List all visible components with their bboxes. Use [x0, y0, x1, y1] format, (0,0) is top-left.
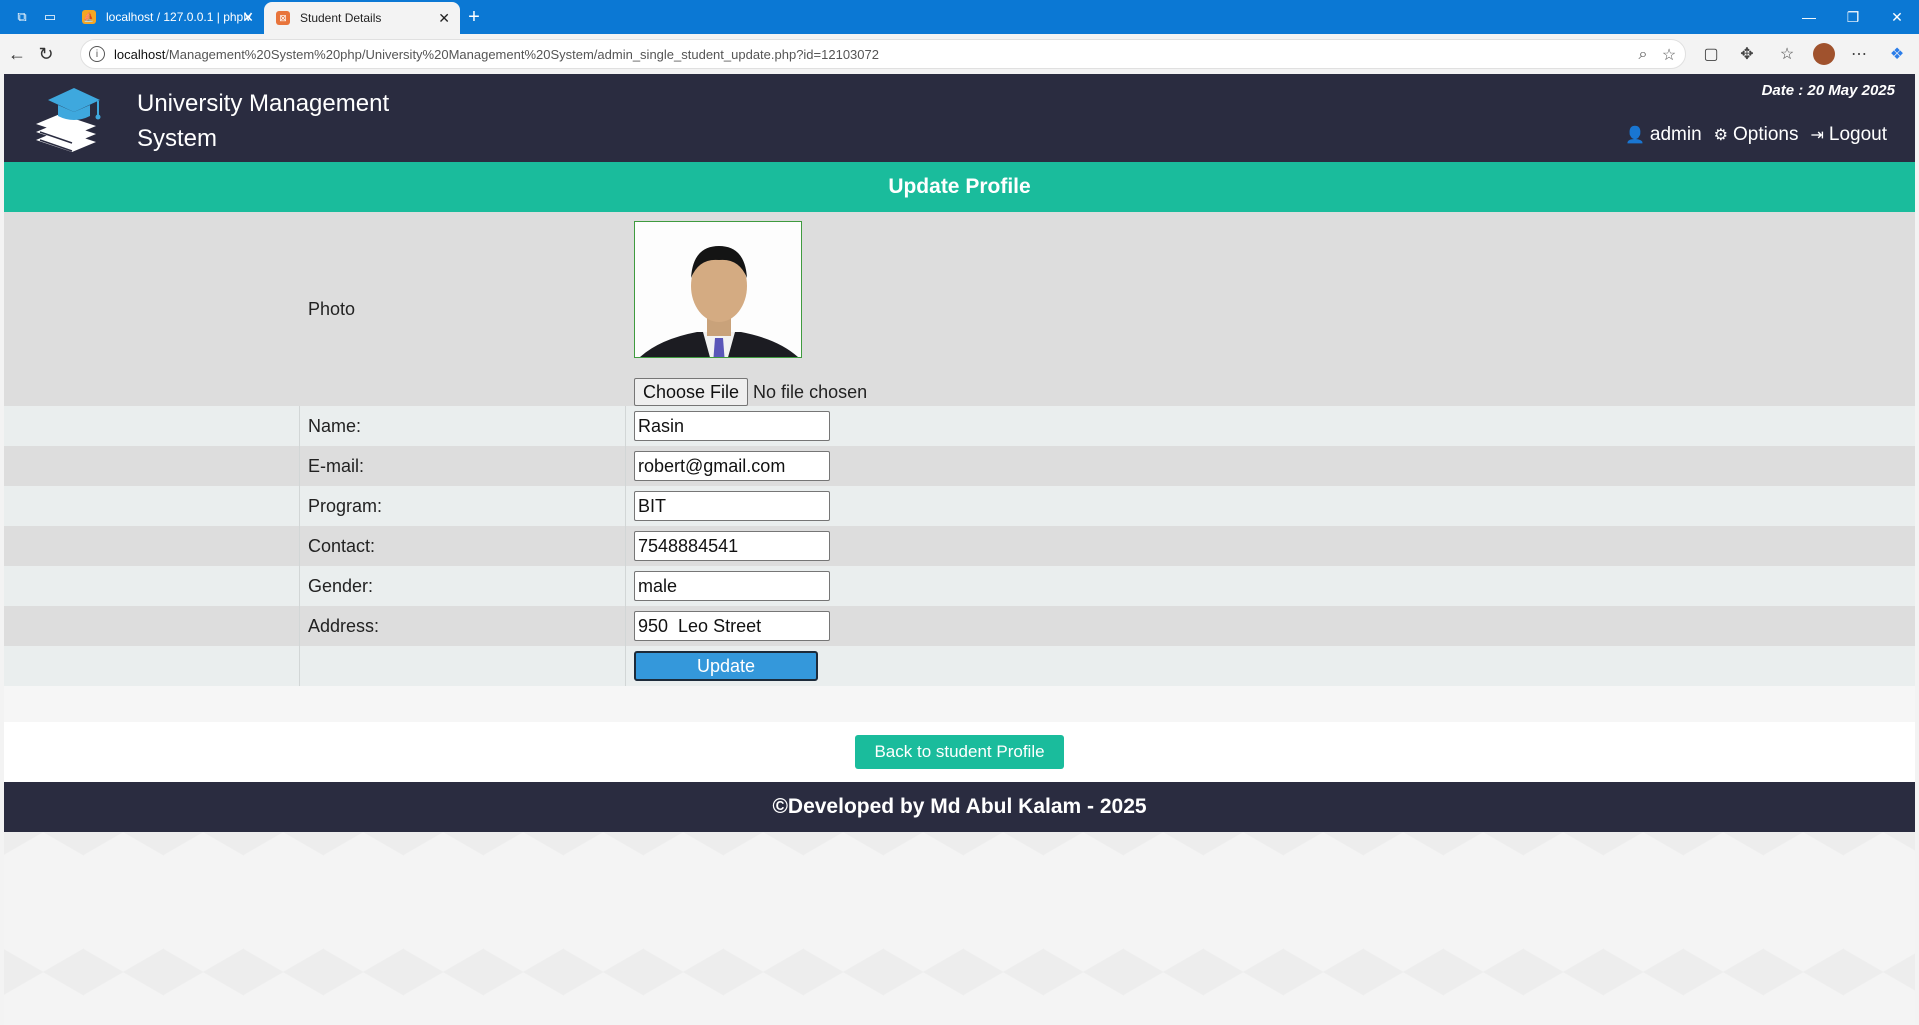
page: University Management System Date : 20 M… [4, 74, 1915, 1025]
user-icon: 👤 [1624, 127, 1645, 144]
field-label: Contact: [300, 526, 626, 566]
restore-icon[interactable]: ❐ [1831, 0, 1875, 34]
profile-avatar[interactable] [1813, 43, 1835, 65]
phpmyadmin-favicon-icon: ⛵ [82, 10, 96, 24]
footer: ©Developed by Md Abul Kalam - 2025 [4, 782, 1915, 832]
extensions-icon[interactable]: ✥ [1736, 43, 1758, 65]
site-title: University Management System [137, 90, 390, 152]
choose-file-button[interactable]: Choose File [634, 378, 749, 406]
close-window-icon[interactable]: ✕ [1875, 0, 1919, 34]
logout-label: Logout [1828, 124, 1887, 145]
tab-close-icon[interactable]: ✕ [438, 10, 450, 27]
form-row-contact: Contact: [4, 526, 1915, 566]
xampp-favicon-icon: ⊠ [276, 11, 290, 25]
tab-close-icon[interactable]: ✕ [242, 9, 254, 26]
row-spacer [4, 646, 300, 686]
field-label: Program: [300, 486, 626, 526]
url-host: localhost [114, 47, 166, 62]
background-pattern [4, 832, 1915, 1025]
form-row-name: Name: [4, 406, 1915, 446]
split-screen-icon[interactable]: ▢ [1700, 43, 1722, 65]
field-cell: Update [626, 646, 1915, 686]
gender-input[interactable] [634, 571, 830, 601]
address-bar[interactable]: i localhost/Management%20System%20php/Un… [80, 39, 1686, 69]
favorite-star-icon[interactable]: ☆ [1659, 45, 1679, 65]
more-icon[interactable]: ⋯ [1848, 43, 1870, 65]
gear-icon: ⚙ [1713, 127, 1728, 144]
row-spacer [4, 566, 300, 606]
form-row-email: E-mail: [4, 446, 1915, 486]
field-cell [626, 526, 1915, 566]
minimize-icon[interactable]: — [1787, 0, 1831, 34]
no-file-label: No file chosen [753, 381, 868, 402]
admin-link[interactable]: 👤 admin [1625, 124, 1702, 146]
program-input[interactable] [634, 491, 830, 521]
back-area: Back to student Profile [4, 722, 1915, 782]
row-spacer [4, 212, 300, 406]
file-picker: Choose File No file chosen [634, 378, 867, 406]
back-arrow-icon[interactable]: ← [6, 43, 28, 65]
row-spacer [4, 406, 300, 446]
form-row-submit: Update [4, 646, 1915, 686]
logout-link[interactable]: ⇥ Logout [1810, 124, 1887, 146]
date-label: Date : 20 May 2025 [1761, 82, 1895, 99]
field-cell [626, 406, 1915, 446]
form-row-address: Address: [4, 606, 1915, 646]
url-path: /Management%20System%20php/University%20… [165, 47, 879, 62]
url-text: localhost/Management%20System%20php/Univ… [114, 47, 879, 62]
email-input[interactable] [634, 451, 830, 481]
zoom-icon[interactable]: ⌕ [1633, 45, 1653, 65]
field-label: Address: [300, 606, 626, 646]
field-label: Name: [300, 406, 626, 446]
graduation-books-logo-icon [36, 88, 101, 152]
new-tab-icon[interactable]: + [464, 6, 484, 28]
back-to-profile-button[interactable]: Back to student Profile [855, 735, 1064, 769]
row-spacer [4, 526, 300, 566]
reload-icon[interactable]: ↻ [35, 43, 57, 65]
photo-label: Photo [308, 298, 356, 319]
browser-toolbar: ← ↻ i localhost/Management%20System%20ph… [0, 34, 1919, 74]
row-spacer [300, 646, 626, 686]
page-title: Update Profile [4, 162, 1915, 212]
tab-actions-icon[interactable]: ▭ [40, 7, 60, 27]
update-form: Photo Choose File No file chosen Name: R… [4, 212, 1915, 686]
site-info-icon[interactable]: i [89, 46, 105, 62]
tab-student-details[interactable]: ⊠ Student Details ✕ [264, 2, 460, 34]
name-input[interactable] [634, 411, 830, 441]
browser-tab-strip: ⧉ ▭ ⛵ localhost / 127.0.0.1 | phpMyAdm ✕… [0, 0, 1919, 34]
options-link[interactable]: ⚙ Options [1714, 124, 1799, 146]
tab-title: localhost / 127.0.0.1 | phpMyAdm [106, 10, 251, 24]
logout-icon: ⇥ [1810, 127, 1824, 144]
favorites-icon[interactable]: ☆ [1776, 43, 1798, 65]
row-spacer [4, 606, 300, 646]
admin-label: admin [1649, 124, 1702, 145]
tab-title: Student Details [300, 11, 382, 25]
address-input[interactable] [634, 611, 830, 641]
form-row-program: Program: [4, 486, 1915, 526]
photo-row: Photo Choose File No file chosen [4, 212, 1915, 406]
field-label: Gender: [300, 566, 626, 606]
user-nav: 👤 admin ⚙ Options ⇥ Logout [1625, 124, 1887, 146]
row-spacer [4, 486, 300, 526]
tab-phpmyadmin[interactable]: ⛵ localhost / 127.0.0.1 | phpMyAdm ✕ [70, 0, 264, 34]
student-photo [634, 221, 802, 358]
field-cell [626, 566, 1915, 606]
field-label: E-mail: [300, 446, 626, 486]
copilot-icon[interactable]: ❖ [1886, 43, 1908, 65]
field-cell [626, 606, 1915, 646]
row-spacer [4, 446, 300, 486]
site-header: University Management System Date : 20 M… [4, 74, 1915, 162]
photo-cell: Choose File No file chosen [626, 212, 1915, 406]
update-button[interactable]: Update [634, 651, 818, 681]
field-cell [626, 446, 1915, 486]
contact-input[interactable] [634, 531, 830, 561]
options-label: Options [1732, 124, 1799, 145]
field-cell [626, 486, 1915, 526]
workspaces-icon[interactable]: ⧉ [12, 7, 32, 27]
form-row-gender: Gender: [4, 566, 1915, 606]
